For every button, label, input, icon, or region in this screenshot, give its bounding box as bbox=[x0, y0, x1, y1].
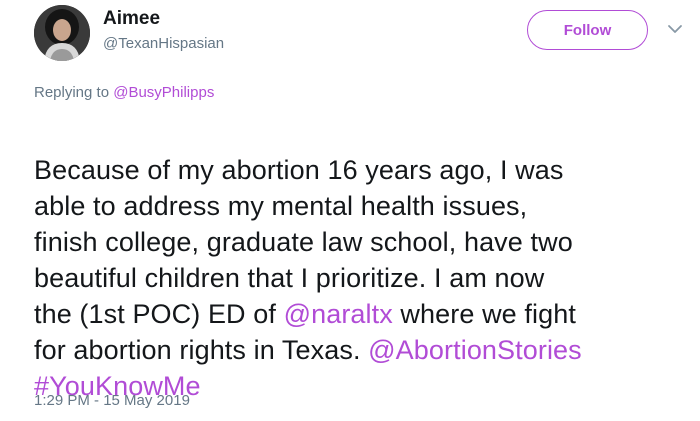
profile-photo-icon bbox=[34, 5, 90, 61]
author-handle[interactable]: @TexanHispasian bbox=[103, 35, 224, 53]
avatar[interactable] bbox=[34, 5, 90, 61]
tweet-text: Because of my abortion 16 years ago, I w… bbox=[34, 116, 694, 404]
chevron-down-icon[interactable] bbox=[666, 22, 684, 36]
follow-button[interactable]: Follow bbox=[527, 10, 648, 50]
mention-naraltx-link[interactable]: @naraltx bbox=[284, 299, 393, 329]
tweet-card: Aimee @TexanHispasian Follow Replying to… bbox=[0, 0, 700, 421]
author-display-name[interactable]: Aimee bbox=[103, 8, 160, 30]
replying-to-label: Replying to bbox=[34, 84, 114, 101]
reply-mention-link[interactable]: @BusyPhilipps bbox=[113, 84, 214, 101]
replying-to-line: Replying to @BusyPhilipps bbox=[34, 84, 214, 102]
mention-abortionstories-link[interactable]: @AbortionStories bbox=[368, 335, 582, 365]
tweet-timestamp[interactable]: 1:29 PM - 15 May 2019 bbox=[34, 392, 190, 410]
